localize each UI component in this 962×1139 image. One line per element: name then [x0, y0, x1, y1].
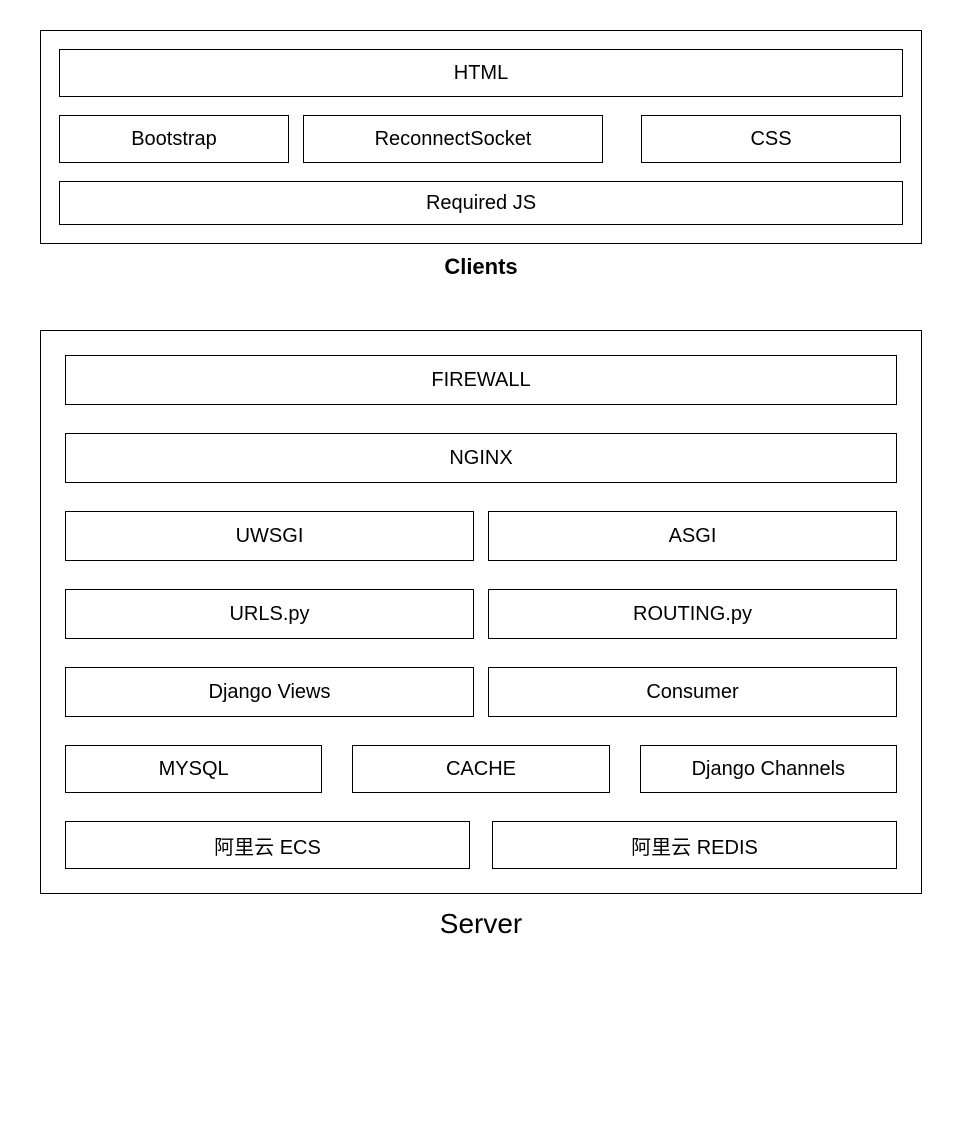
server-section: FIREWALL NGINX UWSGI ASGI URLS.py ROUTIN…	[40, 330, 922, 940]
clients-label: Clients	[40, 254, 922, 280]
box-mysql: MYSQL	[65, 745, 322, 793]
server-row-nginx: NGINX	[65, 433, 897, 483]
box-required-js: Required JS	[59, 181, 903, 225]
box-nginx: NGINX	[65, 433, 897, 483]
server-row-views: Django Views Consumer	[65, 667, 897, 717]
box-bootstrap: Bootstrap	[59, 115, 289, 163]
box-routing: ROUTING.py	[488, 589, 897, 639]
server-row-wsgi: UWSGI ASGI	[65, 511, 897, 561]
box-django-views: Django Views	[65, 667, 474, 717]
server-row-storage: MYSQL CACHE Django Channels	[65, 745, 897, 793]
box-django-channels: Django Channels	[640, 745, 897, 793]
server-row-routing: URLS.py ROUTING.py	[65, 589, 897, 639]
box-aliyun-ecs: 阿里云 ECS	[65, 821, 470, 869]
clients-container: HTML Bootstrap ReconnectSocket CSS Requi…	[40, 30, 922, 244]
box-cache: CACHE	[352, 745, 609, 793]
box-reconnect-socket: ReconnectSocket	[303, 115, 603, 163]
box-aliyun-redis: 阿里云 REDIS	[492, 821, 897, 869]
server-row-firewall: FIREWALL	[65, 355, 897, 405]
clients-row-1: HTML	[59, 49, 903, 97]
box-css: CSS	[641, 115, 901, 163]
box-urls: URLS.py	[65, 589, 474, 639]
clients-row-3: Required JS	[59, 181, 903, 225]
box-firewall: FIREWALL	[65, 355, 897, 405]
server-container: FIREWALL NGINX UWSGI ASGI URLS.py ROUTIN…	[40, 330, 922, 894]
box-consumer: Consumer	[488, 667, 897, 717]
box-asgi: ASGI	[488, 511, 897, 561]
box-html: HTML	[59, 49, 903, 97]
server-row-cloud: 阿里云 ECS 阿里云 REDIS	[65, 821, 897, 869]
spacer	[617, 115, 627, 163]
box-uwsgi: UWSGI	[65, 511, 474, 561]
clients-row-2: Bootstrap ReconnectSocket CSS	[59, 115, 903, 163]
clients-section: HTML Bootstrap ReconnectSocket CSS Requi…	[40, 30, 922, 280]
server-label: Server	[40, 908, 922, 940]
